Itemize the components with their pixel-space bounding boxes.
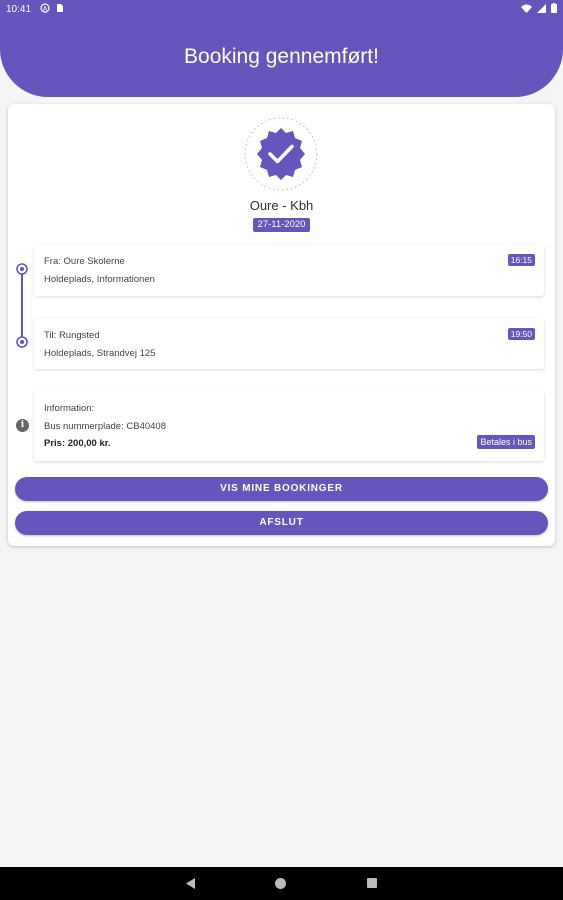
departure-stop: Holdeplads, Informationen (44, 274, 155, 285)
departure-time-badge: 16:15 (507, 254, 535, 266)
info-card: Information: Bus nummerplade: CB40408 Pr… (34, 391, 544, 461)
status-right-icons (521, 3, 557, 13)
route-title: Oure - Kbh (249, 198, 314, 213)
route-timeline (16, 263, 28, 348)
page-title: Booking gennemført! (184, 45, 379, 68)
notification-icon: A (40, 3, 50, 13)
signal-icon (537, 3, 546, 13)
wifi-icon (521, 4, 532, 13)
payment-badge: Betales i bus (477, 435, 535, 449)
recent-apps-icon[interactable] (367, 878, 377, 888)
departure-card: Fra: Oure Skolerne Holdeplads, Informati… (34, 244, 544, 296)
home-icon[interactable] (275, 878, 286, 889)
status-left-icons: A (40, 3, 64, 13)
arrival-stop: Holdeplads, Strandvej 125 (44, 348, 156, 359)
my-bookings-button[interactable]: VIS MINE BOOKINGER (15, 477, 548, 501)
arrival-time-badge: 19:50 (507, 328, 535, 340)
check-badge-icon (244, 117, 318, 191)
arrival-label: Til: Rungsted (44, 330, 100, 341)
bus-plate: Bus nummerplade: CB40408 (44, 421, 166, 432)
navigation-bar (0, 867, 563, 900)
finish-button[interactable]: AFSLUT (15, 511, 548, 535)
status-time: 10:41 (6, 4, 32, 15)
arrival-card: Til: Rungsted Holdeplads, Strandvej 125 … (34, 318, 544, 369)
info-heading: Information: (44, 403, 95, 414)
back-icon[interactable] (186, 878, 196, 889)
sim-icon (57, 4, 63, 12)
info-icon: i (16, 419, 29, 432)
date-badge: 27-11-2020 (253, 218, 310, 232)
battery-icon (551, 3, 557, 13)
departure-label: Fra: Oure Skolerne (44, 256, 125, 267)
status-bar: 10:41 A (0, 0, 563, 20)
price: Pris: 200,00 kr. (44, 438, 111, 449)
